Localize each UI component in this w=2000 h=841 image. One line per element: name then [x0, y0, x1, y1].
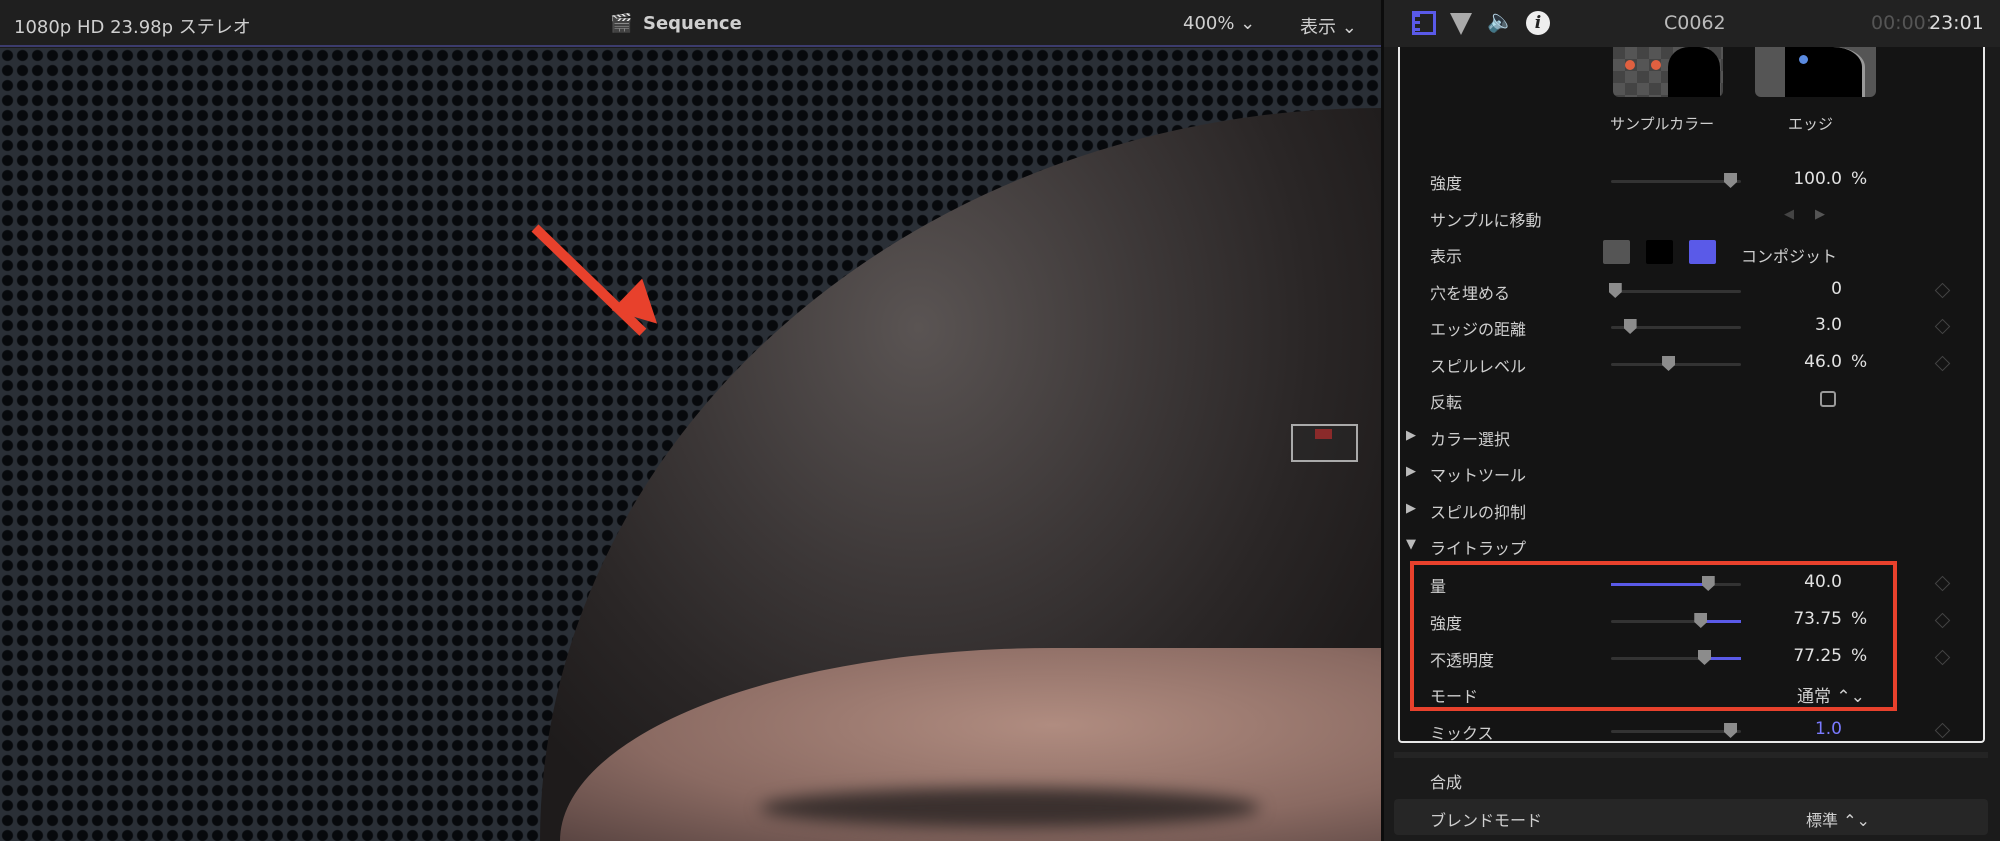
param-label: マットツール [1430, 466, 1527, 485]
param-unit: % [1851, 352, 1868, 372]
param-unit: % [1851, 169, 1868, 189]
next-sample-icon[interactable]: ▶ [1815, 207, 1825, 222]
info-icon[interactable]: i [1526, 11, 1550, 35]
param-label: 反転 [1430, 393, 1463, 412]
view-composite-icon[interactable] [1689, 240, 1716, 264]
edge-thumb[interactable] [1755, 47, 1876, 97]
param-label: カラー選択 [1430, 430, 1511, 449]
disclosure-closed-icon[interactable]: ▶ [1406, 501, 1416, 516]
sample-box-overlay[interactable] [1291, 424, 1358, 462]
param-label: エッジの距離 [1430, 320, 1527, 339]
highlight-box [1410, 561, 1897, 711]
view-original-icon[interactable] [1646, 240, 1673, 264]
param-label: サンプルに移動 [1430, 211, 1542, 230]
clapper-icon: 🎬 [610, 13, 633, 34]
inspector-panel: 🔈 i C0062 00:00: 23:01 サンプルカラー エッジ 強度 100… [1381, 0, 2000, 841]
param-label: ミックス [1430, 724, 1494, 743]
view-menu[interactable]: 表示 ⌄ [1300, 13, 1357, 39]
speaker-icon[interactable]: 🔈 [1487, 9, 1514, 34]
view-mode-label: コンポジット [1741, 247, 1838, 266]
param-value[interactable]: 3.0 [1722, 315, 1842, 335]
compositing-section: 合成 [1430, 773, 1463, 792]
param-value[interactable]: 46.0 [1722, 352, 1842, 372]
timecode-dim: 00:00: [1871, 12, 1933, 34]
blend-mode-label: ブレンドモード [1430, 811, 1543, 830]
param-label: 表示 [1430, 247, 1463, 266]
blend-mode-row[interactable]: ブレンドモード 標準 ⌃⌄ [1394, 799, 1988, 835]
disclosure-open-icon[interactable]: ▼ [1406, 537, 1416, 552]
disclosure-closed-icon[interactable]: ▶ [1406, 464, 1416, 479]
sequence-title: Sequence [643, 13, 742, 34]
param-label: ライトラップ [1430, 539, 1527, 558]
param-value[interactable]: 1.0 [1722, 719, 1842, 739]
color-triangle-icon[interactable] [1450, 13, 1472, 35]
format-info: 1080p HD 23.98p ステレオ [14, 17, 251, 38]
sample-color-label: サンプルカラー [1610, 115, 1715, 133]
sample-color-swatch [1315, 429, 1332, 439]
param-label: スピルレベル [1430, 357, 1527, 376]
view-matte-icon[interactable] [1603, 240, 1630, 264]
film-icon[interactable] [1412, 11, 1436, 35]
param-value[interactable]: 0 [1722, 279, 1842, 299]
disclosure-closed-icon[interactable]: ▶ [1406, 428, 1416, 443]
inspector-header: 🔈 i C0062 00:00: 23:01 [1384, 0, 2000, 47]
video-canvas[interactable] [0, 48, 1381, 841]
param-label: 強度 [1430, 174, 1463, 193]
timecode: 23:01 [1929, 12, 1984, 34]
sample-color-thumb[interactable] [1613, 47, 1723, 97]
viewer-toolbar: 1080p HD 23.98p ステレオ 🎬 Sequence 400% ⌄ 表… [0, 0, 1381, 47]
clip-name: C0062 [1664, 12, 1726, 34]
blend-mode-popup[interactable]: 標準 ⌃⌄ [1806, 807, 1870, 831]
invert-checkbox[interactable] [1820, 391, 1836, 407]
previous-sample-icon[interactable]: ◀ [1784, 207, 1794, 222]
param-label: 穴を埋める [1430, 284, 1511, 303]
zoom-menu[interactable]: 400% ⌄ [1183, 13, 1255, 34]
eyebrow-image [760, 788, 1260, 828]
param-label: スピルの抑制 [1430, 503, 1527, 522]
param-value[interactable]: 100.0 [1722, 169, 1842, 189]
divider [1394, 752, 1988, 758]
edge-label: エッジ [1788, 115, 1834, 133]
